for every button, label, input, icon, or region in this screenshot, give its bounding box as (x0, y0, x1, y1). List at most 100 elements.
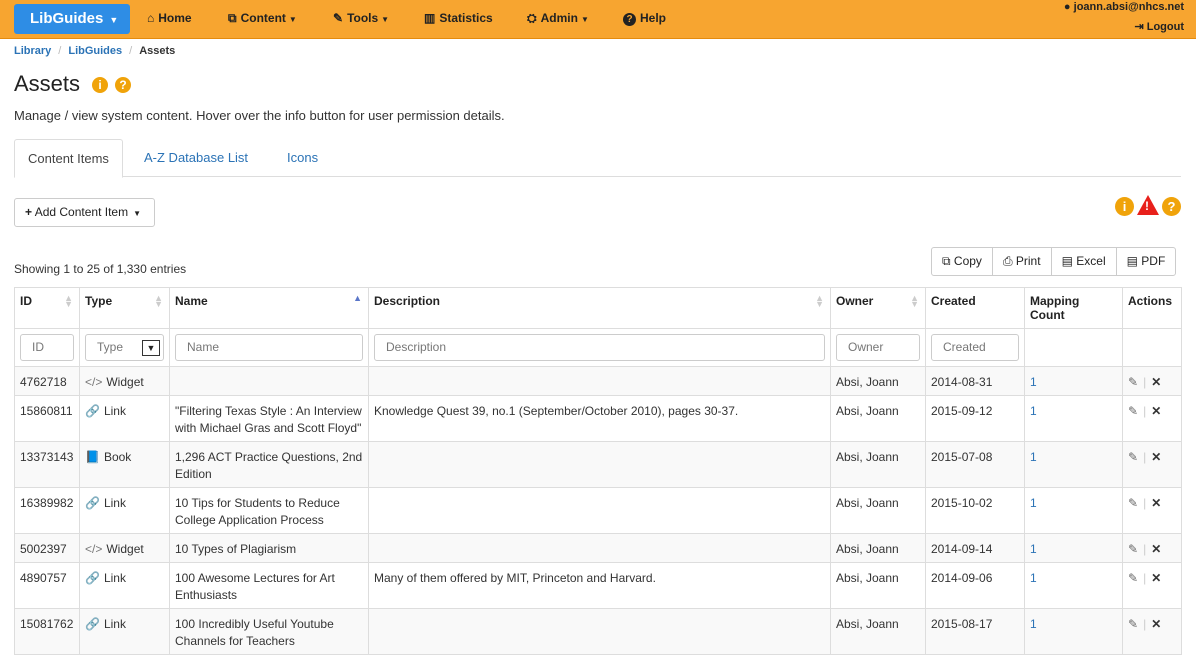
breadcrumb-library[interactable]: Library (14, 45, 51, 57)
book-icon: 📘 (85, 450, 100, 464)
type-filter-select[interactable]: Type ▼ (85, 334, 164, 361)
logout-link[interactable]: ⇥ Logout (1064, 21, 1184, 34)
empty-filter-cell (1122, 328, 1182, 367)
help-icon[interactable]: ? (1162, 197, 1181, 216)
caret-down-icon: ▼ (109, 15, 119, 25)
column-header-actions: Actions (1122, 287, 1182, 329)
delete-icon[interactable]: ✕ (1151, 617, 1161, 631)
breadcrumb-libguides[interactable]: LibGuides (68, 45, 122, 57)
edit-icon[interactable]: ✎ (1128, 404, 1138, 418)
nav-tools[interactable]: ✎ Tools ▼ (333, 0, 389, 36)
brand-label: LibGuides (30, 10, 104, 27)
edit-icon[interactable]: ✎ (1128, 571, 1138, 585)
owner-filter-input[interactable]: Owner (836, 334, 920, 361)
name-filter-input[interactable]: Name (175, 334, 363, 361)
mapping-count-link[interactable]: 1 (1024, 608, 1123, 655)
mapping-count-link[interactable]: 1 (1024, 562, 1123, 609)
header-label: Owner (836, 294, 874, 308)
column-header-id[interactable]: ID ▲ ▼ (14, 287, 80, 329)
nav-home[interactable]: ⌂ Home (147, 0, 192, 36)
info-icon[interactable]: i (1115, 197, 1134, 216)
nav-statistics[interactable]: ▥ Statistics (424, 0, 493, 36)
nav-content[interactable]: ⧉ Content ▼ (228, 0, 297, 36)
header-label: Description (374, 294, 441, 308)
edit-icon[interactable]: ✎ (1128, 375, 1138, 389)
sort-icon: ▲ ▼ (154, 293, 163, 309)
column-header-type[interactable]: Type ▲ ▼ (79, 287, 170, 329)
delete-icon[interactable]: ✕ (1151, 571, 1161, 585)
mapping-count-link[interactable]: 1 (1024, 533, 1123, 563)
cell-id: 15081762 (14, 608, 80, 655)
link-icon: 🔗 (85, 571, 100, 585)
action-separator: | (1143, 542, 1147, 556)
print-label: Print (1015, 254, 1041, 268)
cell-actions: ✎ | ✕ (1122, 608, 1182, 655)
header-label: ID (20, 294, 32, 308)
mapping-count-link[interactable]: 1 (1024, 366, 1123, 396)
delete-icon[interactable]: ✕ (1151, 404, 1161, 418)
delete-icon[interactable]: ✕ (1151, 450, 1161, 464)
table-row: 4762718 </> Widget Absi, Joann 2014-08-31 1 ✎ |… (14, 366, 1182, 396)
edit-icon[interactable]: ✎ (1128, 617, 1138, 631)
cell-name: 10 Tips for Students to Reduce College A… (169, 487, 369, 534)
entries-info: Showing 1 to 25 of 1,330 entries (14, 262, 187, 276)
add-content-item-button[interactable]: + Add Content Item ▼ (14, 198, 155, 227)
cell-owner: Absi, Joann (830, 395, 926, 442)
nav-help[interactable]: ? Help (623, 0, 666, 36)
mapping-count-link[interactable]: 1 (1024, 441, 1123, 488)
warning-icon[interactable]: ! (1137, 195, 1159, 215)
breadcrumb-separator: / (129, 45, 133, 57)
nav-admin[interactable]: ⛭ Admin ▼ (527, 0, 589, 36)
cell-name: 10 Types of Plagiarism (169, 533, 369, 563)
cell-id: 15860811 (14, 395, 80, 442)
header-label: Mapping Count (1030, 294, 1080, 322)
help-icon[interactable]: ? (115, 77, 131, 93)
pdf-button[interactable]: ▤ PDF (1115, 247, 1177, 276)
cell-name: "Filtering Texas Style : An Interview wi… (169, 395, 369, 442)
excel-icon: ▤ (1061, 254, 1073, 268)
created-filter-input[interactable]: Created (931, 334, 1019, 361)
delete-icon[interactable]: ✕ (1151, 496, 1161, 510)
sort-icon: ▲ ▼ (910, 293, 919, 309)
mapping-count-link[interactable]: 1 (1024, 395, 1123, 442)
table-row: 15860811 🔗 Link "Filtering Texas Style : An… (14, 395, 1182, 442)
cell-owner: Absi, Joann (830, 533, 926, 563)
excel-button[interactable]: ▤ Excel (1050, 247, 1117, 276)
cell-id: 16389982 (14, 487, 80, 534)
content-icon: ⧉ (228, 11, 237, 25)
description-filter-input[interactable]: Description (374, 334, 825, 361)
print-button[interactable]: ⎙ Print (991, 247, 1052, 276)
link-icon: 🔗 (85, 496, 100, 510)
column-header-description[interactable]: Description ▲ ▼ (368, 287, 831, 329)
cell-owner: Absi, Joann (830, 441, 926, 488)
info-icon[interactable]: i (92, 77, 108, 93)
user-email-link[interactable]: joann.absi@nhcs.net (1074, 1, 1184, 13)
delete-icon[interactable]: ✕ (1151, 375, 1161, 389)
code-icon: </> (85, 542, 103, 556)
delete-icon[interactable]: ✕ (1151, 542, 1161, 556)
nav-help-label: Help (640, 11, 667, 25)
copy-button[interactable]: ⧉ Copy (931, 247, 993, 276)
column-header-name[interactable]: Name ▲ (169, 287, 369, 329)
edit-icon[interactable]: ✎ (1128, 450, 1138, 464)
edit-icon[interactable]: ✎ (1128, 496, 1138, 510)
cell-type: 🔗 Link (79, 608, 170, 655)
nav-tools-label: Tools (347, 11, 379, 25)
edit-icon[interactable]: ✎ (1128, 542, 1138, 556)
type-filter-label: Type (97, 340, 124, 354)
id-filter-input[interactable]: ID (20, 334, 74, 361)
cell-description: Knowledge Quest 39, no.1 (September/Octo… (368, 395, 831, 442)
tab-icons[interactable]: Icons (274, 139, 331, 177)
empty-filter-cell (1024, 328, 1123, 367)
tab-az-database-list[interactable]: A-Z Database List (131, 139, 261, 177)
column-header-owner[interactable]: Owner ▲ ▼ (830, 287, 926, 329)
user-icon: ● (1063, 1, 1071, 13)
mapping-count-link[interactable]: 1 (1024, 487, 1123, 534)
tab-content-items[interactable]: Content Items (14, 139, 123, 178)
brand-dropdown-button[interactable]: LibGuides ▼ (14, 4, 130, 34)
cell-created: 2014-08-31 (925, 366, 1025, 396)
filter-row: ID Type ▼ Name Description Owner Created (14, 328, 1182, 367)
pdf-label: PDF (1141, 254, 1166, 268)
column-header-created[interactable]: Created (925, 287, 1025, 329)
cell-created: 2015-07-08 (925, 441, 1025, 488)
